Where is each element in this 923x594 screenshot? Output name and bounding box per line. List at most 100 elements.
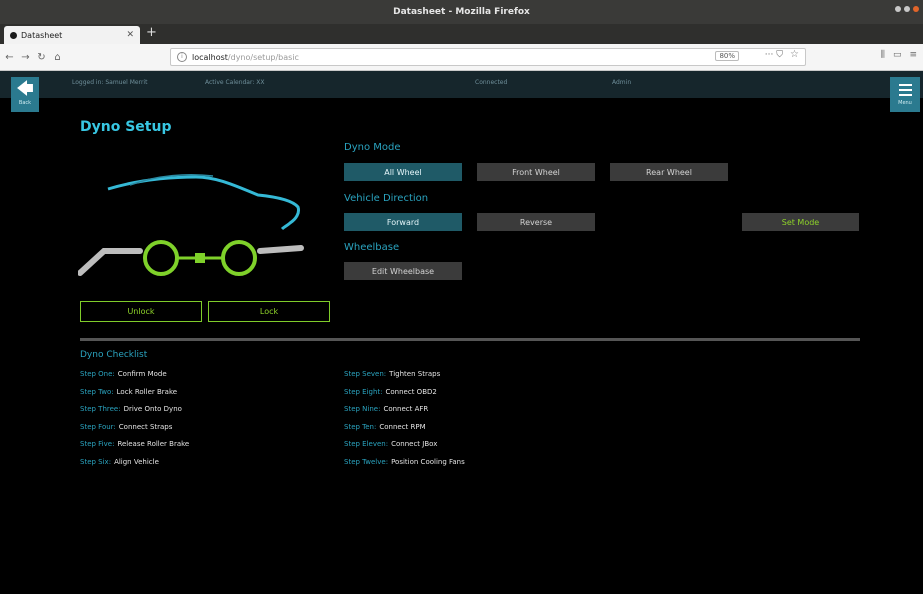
- favicon-icon: [10, 31, 17, 39]
- section-divider: [80, 338, 860, 341]
- back-arrow-icon[interactable]: ←: [3, 52, 16, 63]
- step-label: Step Five:: [80, 440, 115, 449]
- checklist-item: Step Eleven: Connect JBox: [344, 440, 465, 458]
- window-title: Datasheet - Mozilla Firefox: [393, 7, 530, 17]
- right-ramp: [257, 245, 304, 254]
- step-label: Step Six:: [80, 457, 112, 466]
- step-label: Step Twelve:: [344, 457, 389, 466]
- connection-status: Connected: [475, 79, 508, 86]
- step-task: Confirm Mode: [117, 370, 167, 378]
- sidebar-icon[interactable]: ▭: [893, 50, 902, 60]
- browser-tab[interactable]: Datasheet ✕: [4, 26, 140, 44]
- reverse-button[interactable]: Reverse: [477, 213, 595, 231]
- bookmark-star-icon[interactable]: ☆: [790, 49, 799, 60]
- step-task: Release Roller Brake: [117, 440, 190, 449]
- menu-button[interactable]: Menu: [890, 77, 920, 112]
- page-title: Dyno Setup: [80, 119, 172, 135]
- rear-wheel-button[interactable]: Rear Wheel: [610, 163, 728, 181]
- maximize-button[interactable]: [904, 6, 910, 12]
- reload-icon[interactable]: ↻: [35, 52, 48, 63]
- step-label: Step Eleven:: [344, 440, 389, 449]
- window-titlebar: Datasheet - Mozilla Firefox: [0, 0, 923, 24]
- checklist-item: Step Ten: Connect RPM: [344, 423, 465, 441]
- tab-close-icon[interactable]: ✕: [126, 30, 134, 40]
- car-diagram: [78, 173, 304, 276]
- step-task: Align Vehicle: [114, 457, 159, 466]
- toolbar-right: ⫼ ▭ ≡: [881, 50, 917, 60]
- zoom-indicator[interactable]: 80%: [715, 51, 739, 61]
- step-task: Position Cooling Fans: [391, 457, 465, 466]
- dyno-mode-label: Dyno Mode: [344, 142, 401, 153]
- step-label: Step Two:: [80, 387, 114, 396]
- checklist-item: Step Five: Release Roller Brake: [80, 440, 189, 458]
- checklist-item: Step One: Confirm Mode: [80, 370, 189, 388]
- checklist-left-column: Step One: Confirm Mode Step Two: Lock Roll…: [80, 370, 189, 476]
- all-wheel-button[interactable]: All Wheel: [344, 163, 462, 181]
- url-host: localhost: [192, 52, 228, 62]
- checklist-item: Step Eight: Connect OBD2: [344, 388, 465, 406]
- tab-title: Datasheet: [21, 30, 63, 40]
- left-arrow-icon: 🡄: [16, 79, 34, 99]
- app-page: Logged in: Samuel Merrit Active Calendar…: [0, 71, 923, 594]
- front-wheel-button[interactable]: Front Wheel: [477, 163, 595, 181]
- library-icon[interactable]: ⫼: [881, 50, 885, 60]
- back-label: Back: [18, 100, 32, 106]
- logged-in-text: Logged in: Samuel Merrit: [72, 79, 148, 86]
- edit-wheelbase-button[interactable]: Edit Wheelbase: [344, 262, 462, 280]
- hamburger-menu-icon[interactable]: ≡: [909, 50, 917, 60]
- user-name: Admin: [612, 79, 632, 86]
- checklist-item: Step Nine: Connect AFR: [344, 405, 465, 423]
- checklist-title: Dyno Checklist: [80, 350, 148, 360]
- forward-button[interactable]: Forward: [344, 213, 462, 231]
- step-label: Step Nine:: [344, 405, 381, 414]
- vehicle-direction-label: Vehicle Direction: [344, 193, 429, 204]
- step-label: Step Four:: [80, 422, 116, 431]
- step-task: Connect JBox: [391, 440, 438, 449]
- car-silhouette: [107, 175, 300, 231]
- url-path: /dyno/setup/basic: [227, 52, 299, 62]
- front-roller-icon: [143, 240, 179, 276]
- app-header: Logged in: Samuel Merrit Active Calendar…: [0, 71, 923, 98]
- info-icon[interactable]: i: [177, 52, 187, 62]
- checklist-item: Step Seven: Tighten Straps: [344, 370, 465, 388]
- step-label: Step Seven:: [344, 370, 387, 378]
- step-task: Connect RPM: [379, 422, 426, 431]
- step-label: Step One:: [80, 370, 115, 378]
- url-bar[interactable]: i localhost /dyno/setup/basic 80% ··· ⛉ …: [170, 48, 806, 66]
- step-task: Connect AFR: [383, 405, 429, 414]
- active-calendar-text: Active Calendar: XX: [205, 79, 265, 86]
- step-task: Connect OBD2: [385, 387, 437, 396]
- checklist-item: Step Three: Drive Onto Dyno: [80, 405, 189, 423]
- unlock-button[interactable]: Unlock: [80, 301, 202, 322]
- new-tab-icon[interactable]: +: [146, 26, 157, 40]
- lock-button[interactable]: Lock: [208, 301, 330, 322]
- checklist-item: Step Two: Lock Roller Brake: [80, 388, 189, 406]
- step-label: Step Three:: [80, 405, 121, 414]
- left-ramp: [78, 248, 143, 276]
- checklist-item: Step Four: Connect Straps: [80, 423, 189, 441]
- rear-roller-icon: [221, 240, 257, 276]
- tab-bar: Datasheet ✕ +: [0, 24, 923, 44]
- step-task: Connect Straps: [118, 422, 173, 431]
- navigation-bar: ← → ↻ ⌂ i localhost /dyno/setup/basic 80…: [0, 44, 923, 71]
- close-window-button[interactable]: [913, 6, 919, 12]
- window-controls: [895, 6, 919, 12]
- step-label: Step Eight:: [344, 387, 383, 396]
- minimize-button[interactable]: [895, 6, 901, 12]
- back-button[interactable]: 🡄 Back: [11, 77, 39, 112]
- checklist-right-column: Step Seven: Tighten Straps Step Eight: Con…: [344, 370, 465, 476]
- checklist-item: Step Six: Align Vehicle: [80, 458, 189, 476]
- step-task: Tighten Straps: [389, 370, 441, 378]
- step-task: Drive Onto Dyno: [123, 405, 182, 414]
- menu-label: Menu: [898, 100, 912, 106]
- page-actions-icon[interactable]: ··· ⛉: [765, 50, 783, 60]
- forward-arrow-icon[interactable]: →: [19, 52, 32, 63]
- checklist-item: Step Twelve: Position Cooling Fans: [344, 458, 465, 476]
- home-icon[interactable]: ⌂: [51, 52, 64, 63]
- menu-icon: [898, 81, 912, 99]
- step-label: Step Ten:: [344, 422, 377, 431]
- wheelbase-label: Wheelbase: [344, 242, 400, 253]
- roller-link-block: [195, 253, 205, 263]
- set-mode-button[interactable]: Set Mode: [742, 213, 859, 231]
- step-task: Lock Roller Brake: [116, 387, 178, 396]
